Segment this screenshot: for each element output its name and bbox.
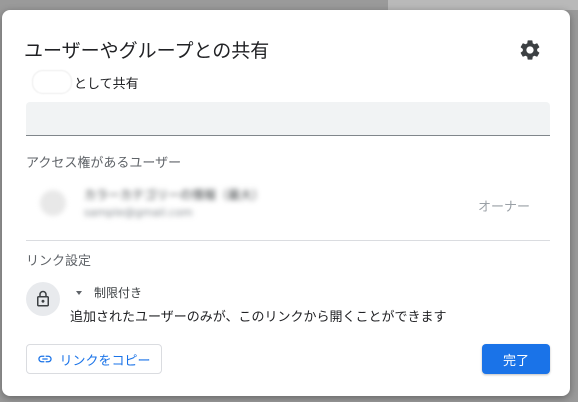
backdrop-panel <box>388 0 578 10</box>
owner-role-label: オーナー <box>477 200 530 215</box>
people-with-access-heading: アクセス権があるユーザー <box>26 156 182 171</box>
user-email: sample@gmail.com <box>84 206 193 219</box>
link-access-level: 制限付き <box>94 286 143 300</box>
avatar <box>40 190 66 216</box>
done-button[interactable]: 完了 <box>482 344 550 374</box>
account-chip[interactable] <box>32 70 72 94</box>
dialog-title: ユーザーやグループとの共有 <box>24 40 270 62</box>
link-settings-heading: リンク設定 <box>26 254 92 269</box>
share-dialog: ユーザーやグループとの共有 として共有 アクセス権があるユーザー カラーカテゴリ… <box>2 10 570 396</box>
add-people-input[interactable] <box>26 102 550 136</box>
section-divider <box>26 240 550 241</box>
copy-link-button[interactable]: リンクをコピー <box>26 344 162 374</box>
copy-link-label: リンクをコピー <box>59 353 151 369</box>
share-as-row: として共有 <box>32 70 139 94</box>
gear-icon[interactable] <box>518 38 542 62</box>
link-access-description: 追加されたユーザーのみが、このリンクから開くことができます <box>70 310 447 325</box>
lock-icon <box>26 282 60 316</box>
caret-down-icon <box>76 290 82 295</box>
link-access-dropdown[interactable]: 制限付き <box>70 284 142 301</box>
link-icon <box>37 351 53 367</box>
share-as-label: として共有 <box>74 76 139 92</box>
user-row: カラーカテゴリーの情報（最大） sample@gmail.com オーナー <box>26 180 550 228</box>
user-name: カラーカテゴリーの情報（最大） <box>84 188 265 202</box>
